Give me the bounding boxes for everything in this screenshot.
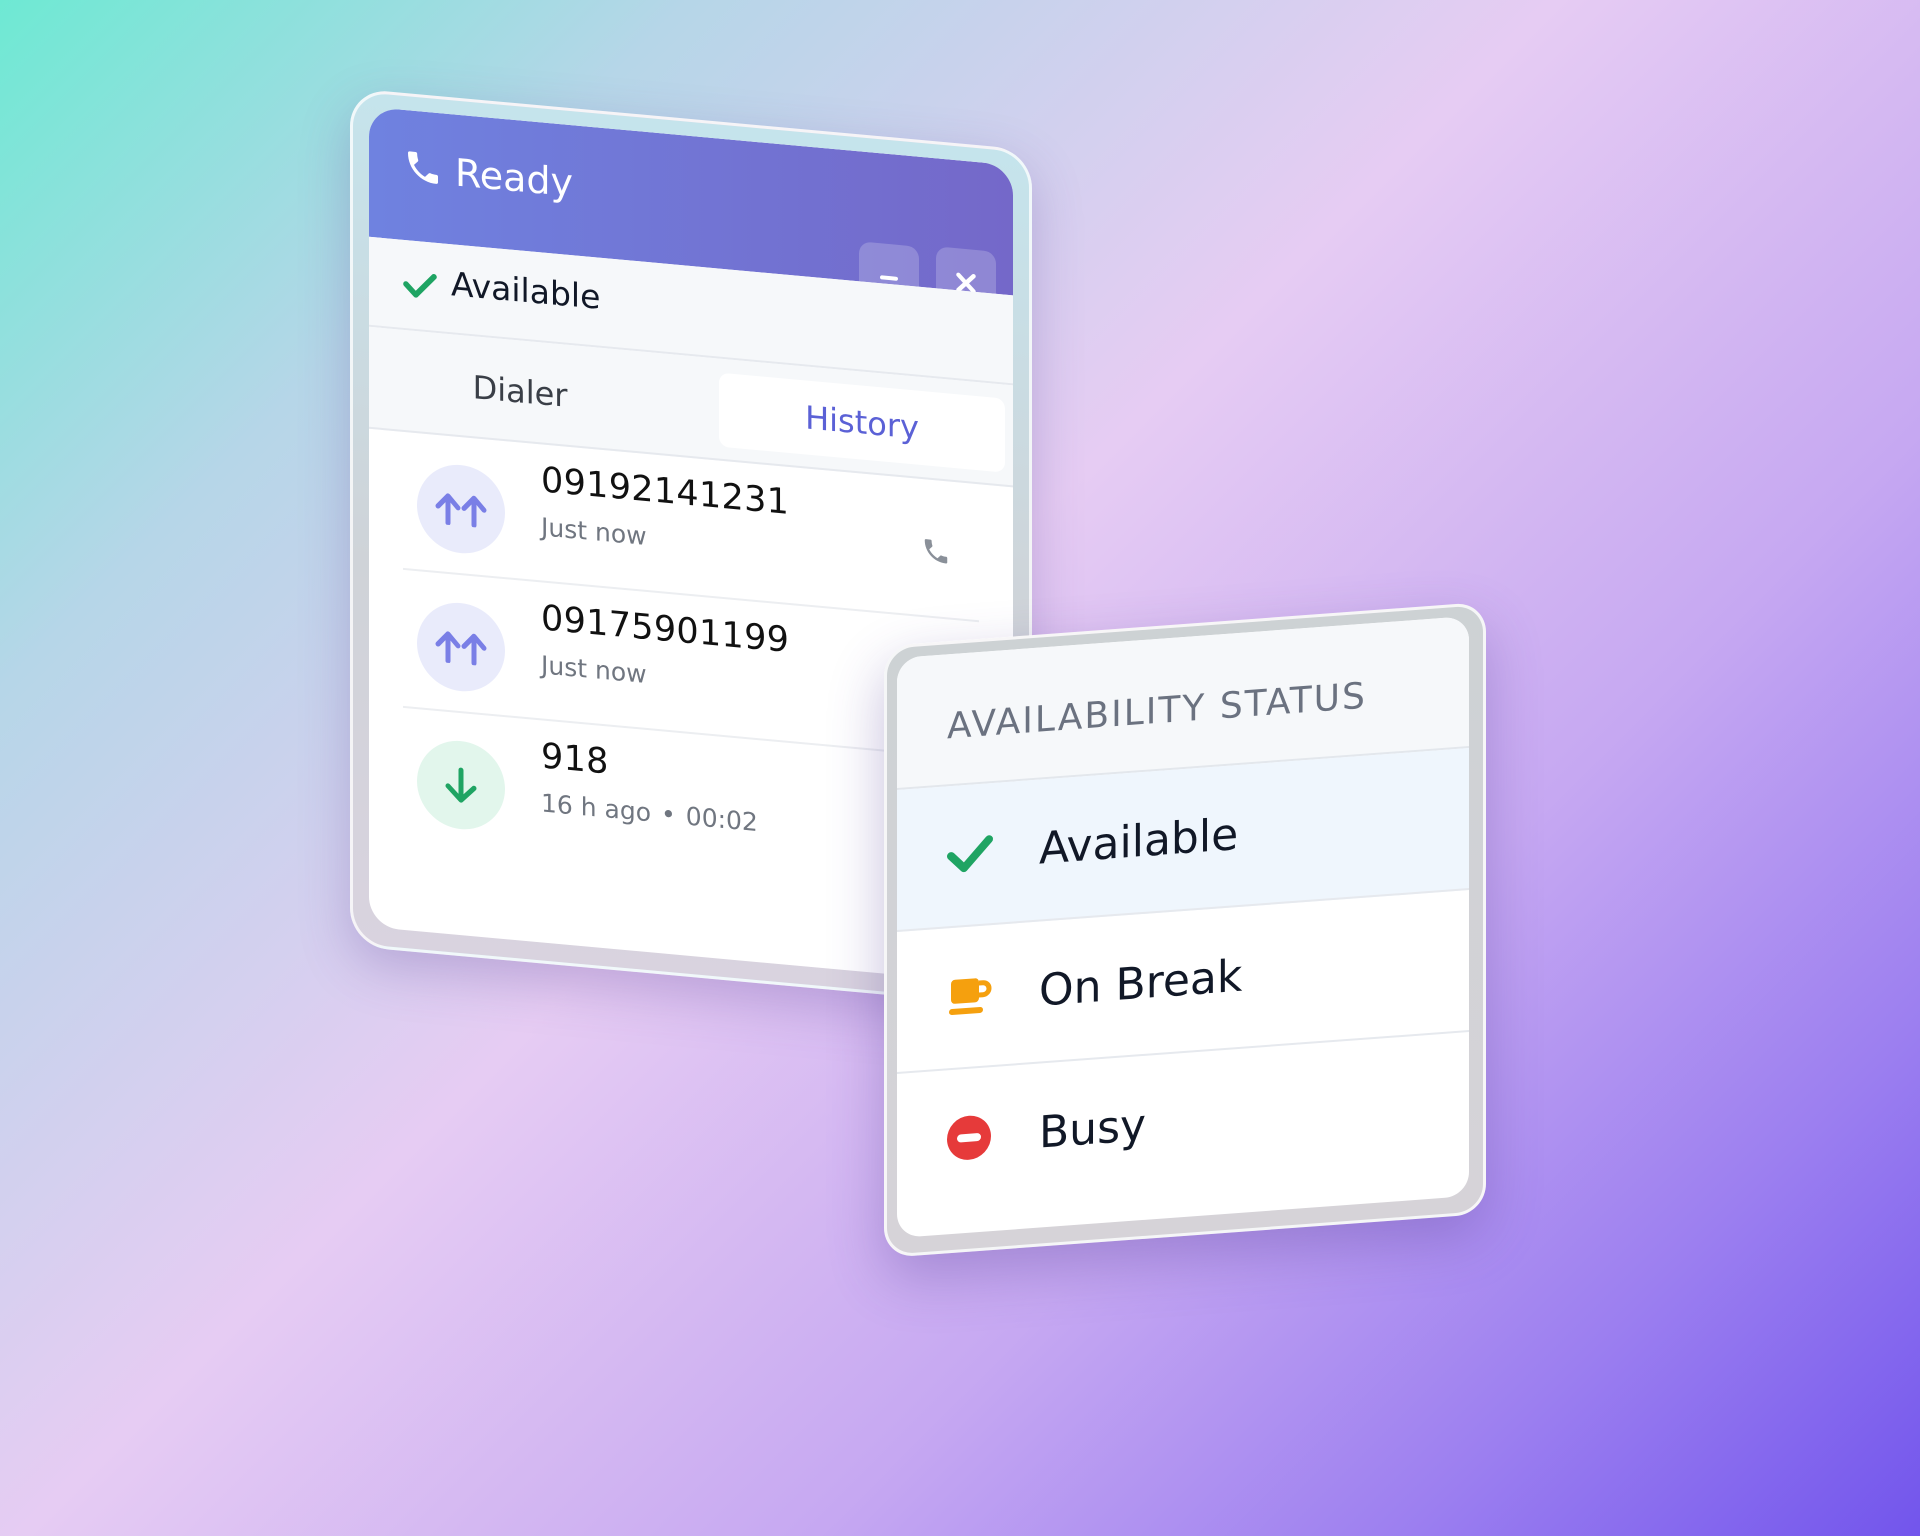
call-time: Just now bbox=[541, 650, 647, 689]
call-time: Just now bbox=[541, 512, 647, 551]
call-number: 09192141231 bbox=[541, 460, 790, 523]
option-label: Available bbox=[1039, 808, 1239, 875]
double-arrow-up-icon bbox=[435, 631, 487, 666]
check-icon bbox=[947, 835, 993, 873]
tab-dialer[interactable]: Dialer bbox=[375, 341, 665, 441]
call-number: 918 bbox=[541, 736, 609, 783]
option-label: Busy bbox=[1039, 1099, 1147, 1159]
option-label: On Break bbox=[1039, 950, 1243, 1017]
status-label: Available bbox=[451, 264, 601, 317]
call-number: 09175901199 bbox=[541, 598, 790, 661]
arrow-down-icon bbox=[445, 767, 477, 803]
phone-icon bbox=[408, 151, 438, 184]
outgoing-call-avatar bbox=[417, 599, 505, 696]
call-duration: 00:02 bbox=[685, 801, 758, 838]
do-not-disturb-icon bbox=[947, 1115, 991, 1160]
call-meta: 16 h ago • 00:02 bbox=[541, 788, 758, 837]
tab-history[interactable]: History bbox=[719, 372, 1005, 473]
separator-dot: • bbox=[661, 799, 676, 830]
coffee-cup-icon bbox=[949, 978, 992, 1016]
outgoing-call-avatar bbox=[417, 461, 505, 558]
double-arrow-up-icon bbox=[435, 493, 487, 528]
check-icon bbox=[403, 274, 437, 298]
availability-popup: AVAILABILITY STATUS Available On Break B… bbox=[897, 616, 1469, 1239]
availability-title: AVAILABILITY STATUS bbox=[947, 675, 1367, 748]
availability-popup-frame: AVAILABILITY STATUS Available On Break B… bbox=[884, 601, 1486, 1258]
incoming-call-avatar bbox=[417, 737, 505, 834]
call-back-icon[interactable] bbox=[921, 535, 951, 568]
call-time: 16 h ago bbox=[541, 788, 652, 828]
widget-title: Ready bbox=[455, 150, 573, 206]
